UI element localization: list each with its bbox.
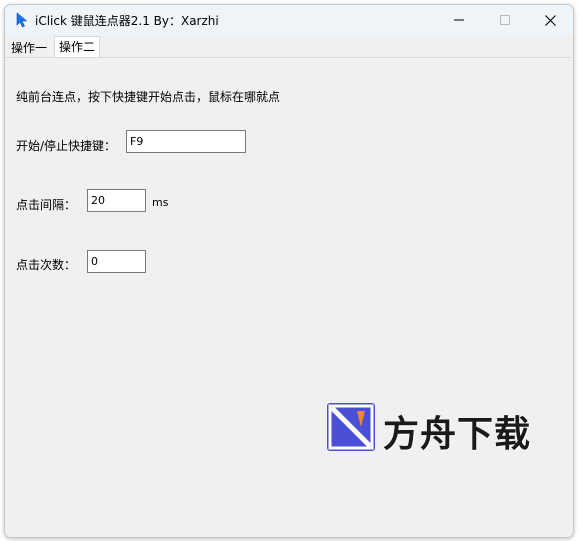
hotkey-input[interactable]: F9 [126,130,246,153]
close-button[interactable] [527,5,573,35]
tab-operation-two[interactable]: 操作二 [54,36,101,58]
title-bar[interactable]: iClick 键鼠连点器2.1 By：Xarzhi [5,5,573,35]
hotkey-label: 开始/停止快捷键： [16,139,117,153]
window-title: iClick 键鼠连点器2.1 By：Xarzhi [35,14,219,28]
tab-operation-one[interactable]: 操作一 [7,39,51,57]
close-icon [544,14,556,26]
watermark: 方舟下载 [327,403,543,455]
interval-label: 点击间隔： [16,198,77,212]
minimize-icon [454,19,464,21]
description-text: 纯前台连点，按下快捷键开始点击，鼠标在哪就点 [16,90,281,104]
interval-unit: ms [152,196,169,209]
tab-panel: 纯前台连点，按下快捷键开始点击，鼠标在哪就点 开始/停止快捷键： F9 点击间隔… [5,57,571,537]
minimize-button[interactable] [436,5,482,35]
interval-input[interactable]: 20 [87,189,146,212]
maximize-button[interactable] [482,5,528,35]
count-input[interactable]: 0 [87,250,146,273]
watermark-text: 方舟下载 [383,414,532,455]
count-label: 点击次数： [16,258,77,272]
cursor-arrow-icon [16,12,28,28]
tab-bar: 操作一 操作二 [5,35,573,58]
maximize-icon [500,15,510,25]
fangzhou-logo-icon [327,403,375,451]
app-window: iClick 键鼠连点器2.1 By：Xarzhi 操作一 操作二 纯前台连点，… [4,4,574,538]
